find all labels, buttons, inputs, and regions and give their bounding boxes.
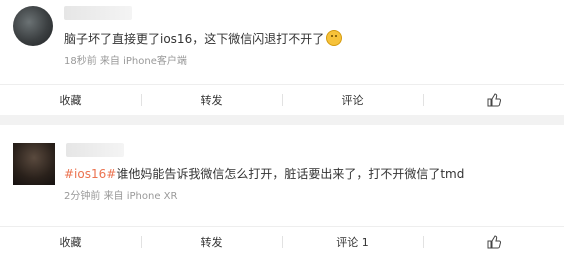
favorite-label: 收藏 <box>59 236 82 249</box>
comment-body: 脑子坏了直接更了ios16，这下微信闪退打不开了 <box>64 32 325 46</box>
repost-button[interactable]: 转发 <box>141 85 282 115</box>
like-button[interactable] <box>423 227 564 257</box>
action-bar: 收藏 转发 评论 1 <box>0 226 564 257</box>
avatar[interactable] <box>13 6 53 46</box>
username-blurred[interactable] <box>64 6 132 20</box>
comment-card: 脑子坏了直接更了ios16，这下微信闪退打不开了 18秒前 来自 iPhone客… <box>0 0 564 115</box>
thumbs-up-icon <box>487 235 501 249</box>
topic-link[interactable]: #ios16# <box>64 167 116 181</box>
comment-label: 评论 <box>341 94 364 107</box>
repost-label: 转发 <box>200 236 223 249</box>
repost-label: 转发 <box>200 94 223 107</box>
repost-button[interactable]: 转发 <box>141 227 282 257</box>
comment-button[interactable]: 评论 1 <box>282 227 423 257</box>
comment-meta: 2分钟前 来自 iPhone XR <box>64 187 177 202</box>
favorite-button[interactable]: 收藏 <box>0 85 141 115</box>
grinning-face-emoji-icon <box>326 30 343 46</box>
username-blurred[interactable] <box>66 143 124 157</box>
comment-label: 评论 1 <box>336 236 369 249</box>
comment-meta: 18秒前 来自 iPhone客户端 <box>64 52 187 67</box>
action-bar: 收藏 转发 评论 <box>0 84 564 115</box>
comment-text: #ios16#谁他妈能告诉我微信怎么打开，脏话要出来了，打不开微信了tmd <box>64 166 464 182</box>
like-button[interactable] <box>423 85 564 115</box>
favorite-label: 收藏 <box>59 94 82 107</box>
timestamp: 2分钟前 <box>64 191 101 202</box>
thumbs-up-icon <box>487 93 501 107</box>
comment-text: 脑子坏了直接更了ios16，这下微信闪退打不开了 <box>64 30 343 47</box>
comment-card: #ios16#谁他妈能告诉我微信怎么打开，脏话要出来了，打不开微信了tmd 2分… <box>0 125 564 263</box>
timestamp: 18秒前 <box>64 56 97 67</box>
source-label: 来自 iPhone XR <box>103 191 178 202</box>
source-label: 来自 iPhone客户端 <box>99 56 187 67</box>
comment-body: 谁他妈能告诉我微信怎么打开，脏话要出来了，打不开微信了tmd <box>116 167 465 181</box>
favorite-button[interactable]: 收藏 <box>0 227 141 257</box>
avatar[interactable] <box>13 143 55 185</box>
comment-button[interactable]: 评论 <box>282 85 423 115</box>
